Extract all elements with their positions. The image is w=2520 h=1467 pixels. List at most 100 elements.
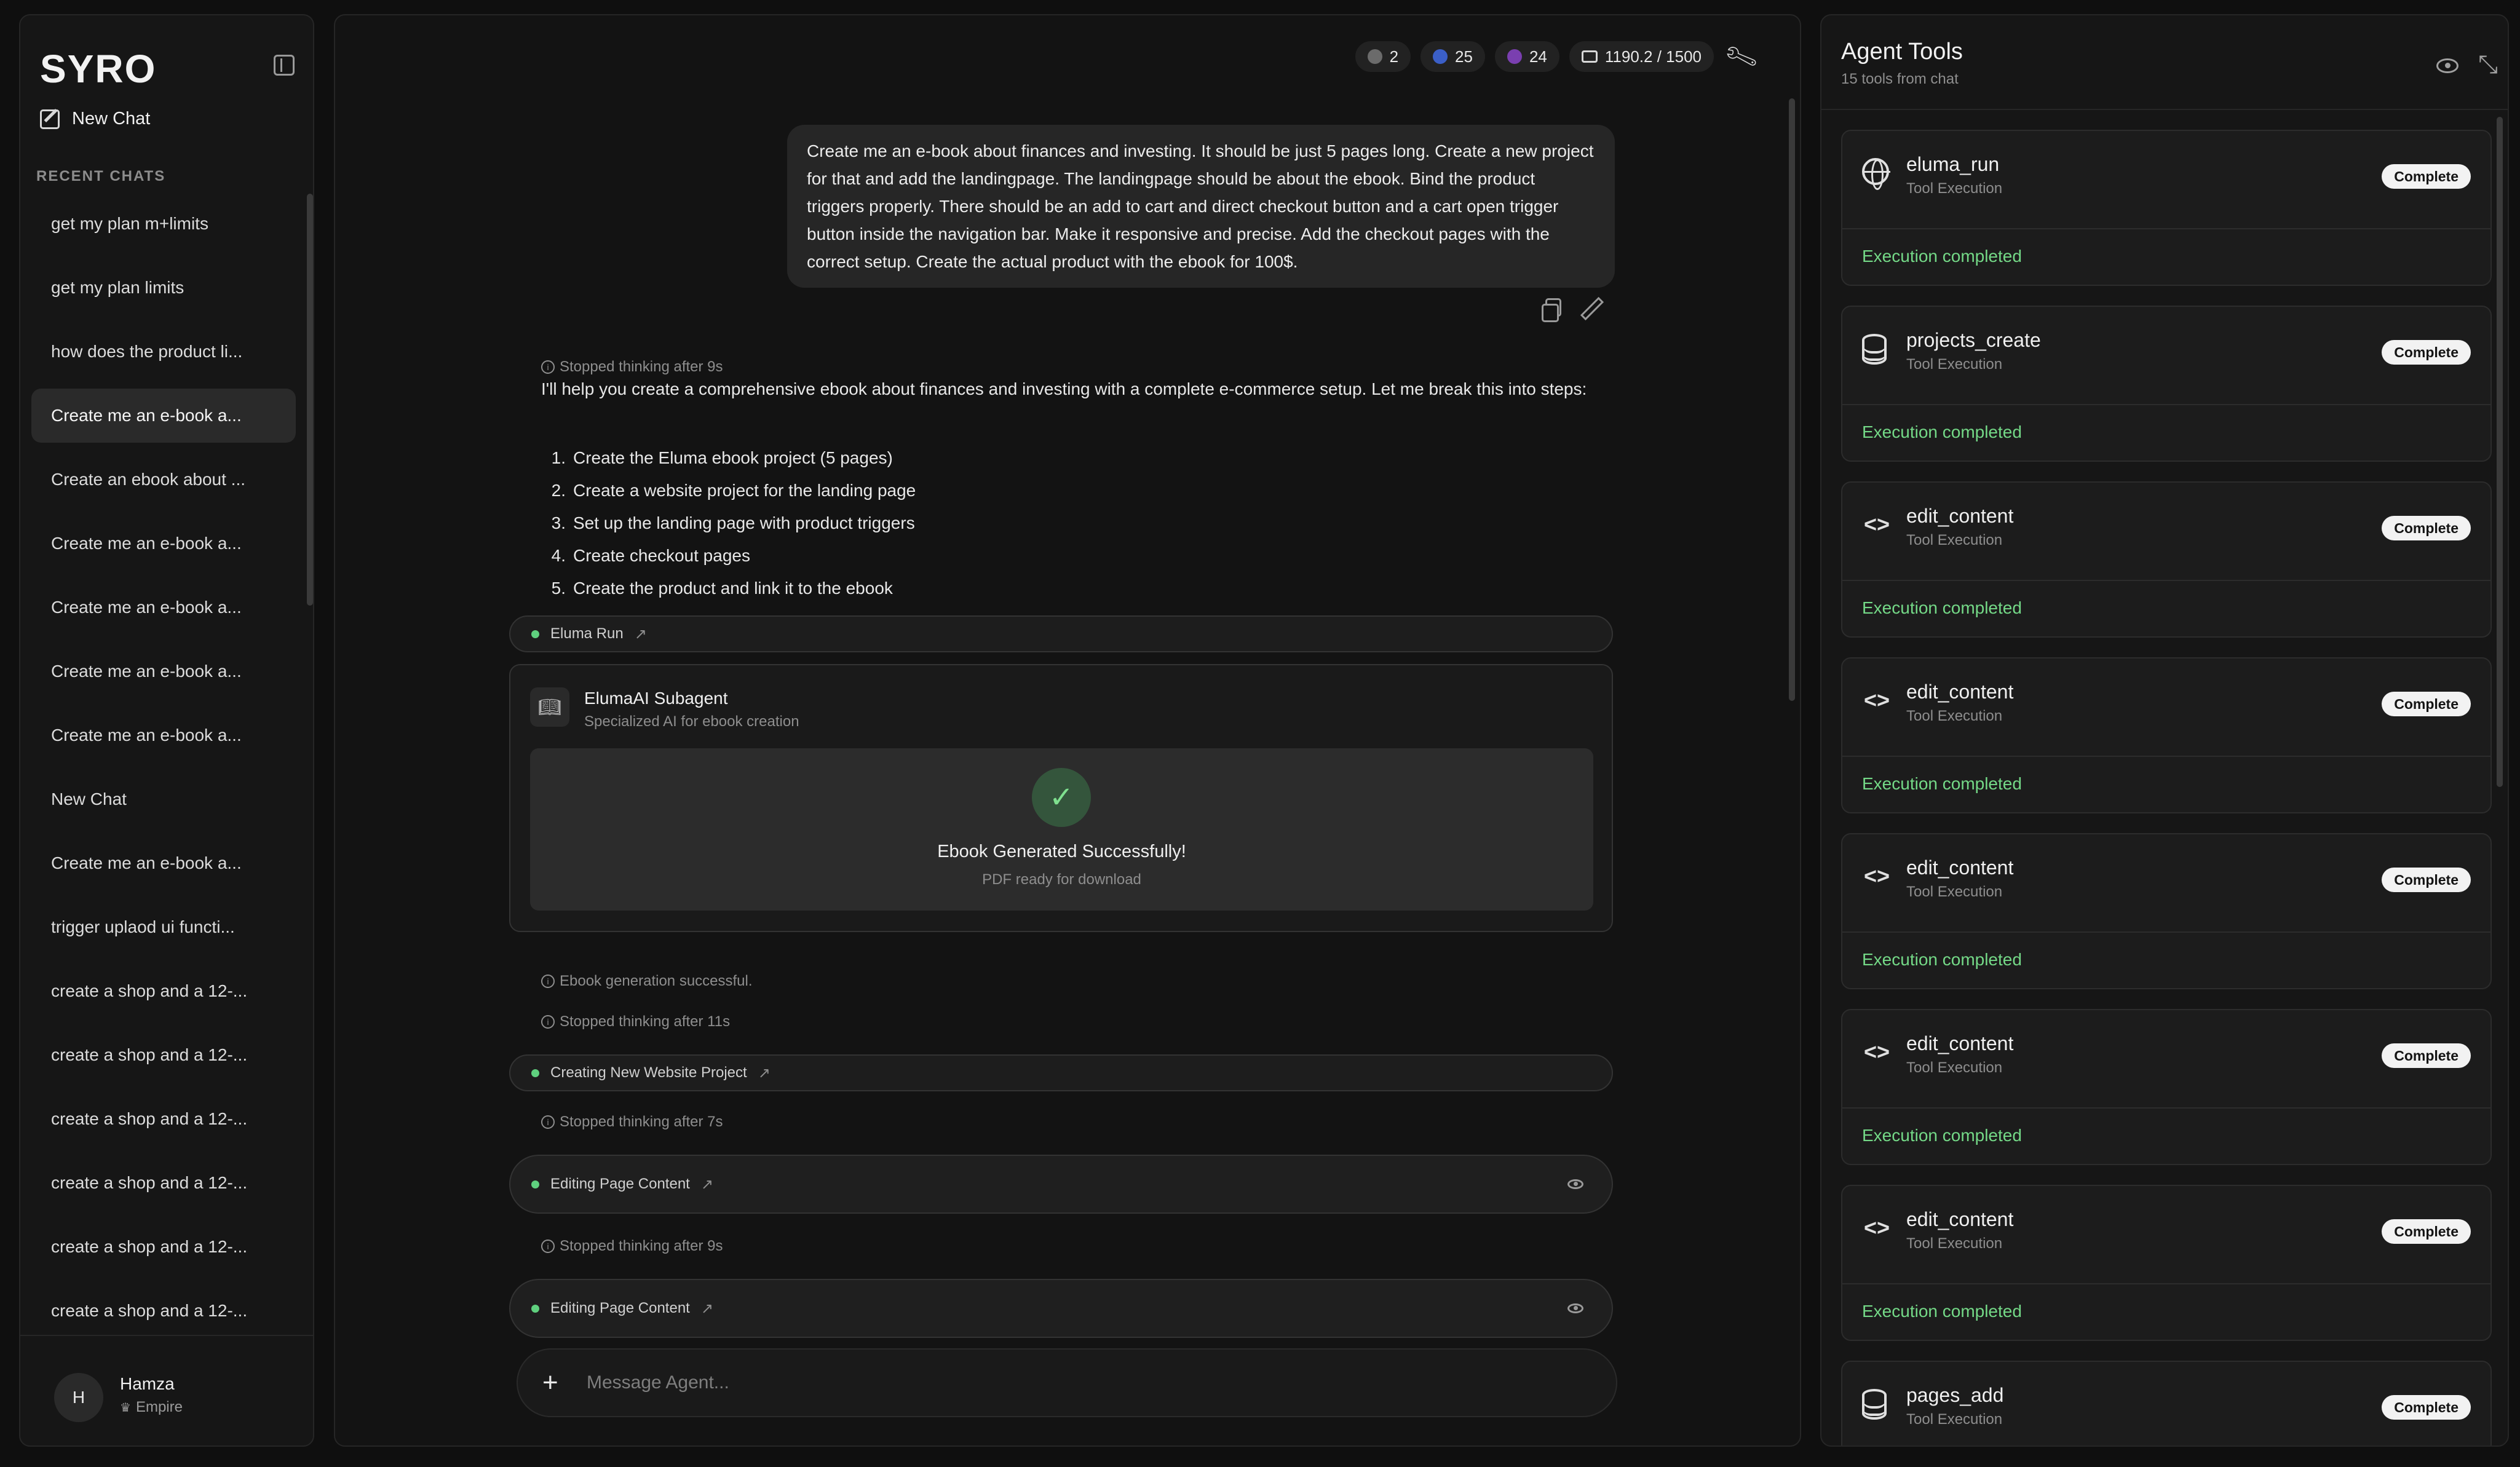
avatar[interactable]: H	[54, 1373, 103, 1422]
thinking-status: i Stopped thinking after 11s	[541, 1013, 730, 1030]
tool-card[interactable]: <> edit_content Tool Execution Complete Exec…	[1841, 481, 2492, 638]
status-badge: Complete	[2382, 1043, 2471, 1068]
tool-card[interactable]: <> edit_content Tool Execution Complete Exec…	[1841, 1185, 2492, 1341]
divider	[1842, 404, 2490, 405]
chat-list-item[interactable]: New Chat	[31, 772, 296, 826]
code-icon: <>	[1863, 1039, 1890, 1064]
tool-type: Tool Execution	[1906, 884, 2003, 900]
chat-list-item[interactable]: create a shop and a 12-...	[31, 964, 296, 1018]
status-dot	[531, 1180, 539, 1188]
tool-type: Tool Execution	[1906, 180, 2003, 197]
external-link-icon[interactable]: ↗	[635, 625, 647, 643]
divider	[1821, 109, 2508, 110]
info-icon: i	[541, 1115, 555, 1129]
chat-list-item[interactable]: create a shop and a 12-...	[31, 1220, 296, 1274]
thinking-text: Stopped thinking after 9s	[560, 1238, 723, 1254]
chat-list-item[interactable]: get my plan limits	[31, 261, 296, 315]
chat-list-item[interactable]: Create an ebook about ...	[31, 453, 296, 507]
chat-list-item[interactable]: create a shop and a 12-...	[31, 1284, 296, 1338]
chat-list-item[interactable]: get my plan m+limits	[31, 197, 296, 251]
tool-pill-eluma-run[interactable]: Eluma Run ↗	[509, 615, 1613, 652]
chat-list-item[interactable]: Create me an e-book a...	[31, 389, 296, 443]
status-badge: Complete	[2382, 692, 2471, 716]
minimize-icon[interactable]: ⤡	[2478, 51, 2498, 79]
database-icon	[1862, 1389, 1887, 1420]
tool-card[interactable]: projects_create Tool Execution Complete Exe…	[1841, 306, 2492, 462]
tool-card[interactable]: eluma_run Tool Execution Complete Execution…	[1841, 130, 2492, 286]
chat-list-item[interactable]: Create me an e-book a...	[31, 708, 296, 762]
new-chat-button[interactable]: New Chat	[40, 109, 150, 129]
plan-step: 5. Create the product and link it to the …	[541, 572, 916, 604]
chat-list-item[interactable]: create a shop and a 12-...	[31, 1028, 296, 1082]
stat-3-value: 24	[1529, 47, 1547, 66]
status-note: i Ebook generation successful.	[541, 973, 753, 990]
chat-scrollbar[interactable]	[1789, 98, 1795, 701]
app-logo: SYRO	[40, 47, 157, 91]
chat-list-item[interactable]: Create me an e-book a...	[31, 516, 296, 571]
status-badge: Complete	[2382, 340, 2471, 365]
chat-list-item[interactable]: create a shop and a 12-...	[31, 1156, 296, 1210]
status-dot	[531, 1069, 539, 1077]
tool-type: Tool Execution	[1906, 1235, 2003, 1252]
message-composer: +	[517, 1348, 1617, 1417]
stat-3-icon	[1507, 49, 1522, 64]
tool-name: edit_content	[1906, 856, 2014, 879]
plan-step: 4. Create checkout pages	[541, 539, 916, 572]
external-link-icon[interactable]: ↗	[758, 1064, 771, 1082]
add-attachment-button[interactable]: +	[542, 1367, 567, 1398]
chat-list-item[interactable]: Create me an e-book a...	[31, 580, 296, 635]
stat-2-value: 25	[1455, 47, 1473, 66]
credits-stat[interactable]: 1190.2 / 1500	[1569, 41, 1714, 72]
panel-scrollbar[interactable]	[2497, 117, 2503, 787]
new-chat-icon	[40, 109, 60, 129]
new-chat-label: New Chat	[72, 109, 151, 129]
divider	[1842, 1283, 2490, 1284]
tool-result: Execution completed	[1862, 950, 2022, 969]
chat-list-item[interactable]: Create me an e-book a...	[31, 644, 296, 698]
code-icon: <>	[1863, 1215, 1890, 1240]
step-number: 2.	[551, 481, 566, 500]
tool-type: Tool Execution	[1906, 1059, 2003, 1076]
chat-list-item[interactable]: trigger uplaod ui functi...	[31, 900, 296, 954]
thinking-text: Stopped thinking after 11s	[560, 1013, 731, 1030]
tool-pill-edit-content[interactable]: Editing Page Content ↗	[509, 1279, 1613, 1338]
eye-icon[interactable]	[2436, 58, 2459, 73]
subagent-description: Specialized AI for ebook creation	[584, 713, 799, 730]
external-link-icon[interactable]: ↗	[701, 1176, 713, 1193]
tool-card[interactable]: <> edit_content Tool Execution Complete Exec…	[1841, 1009, 2492, 1165]
user-plan: ♛ Empire	[120, 1399, 183, 1416]
stat-3[interactable]: 24	[1494, 41, 1559, 72]
chat-list-item[interactable]: how does the product li...	[31, 325, 296, 379]
step-text: Create the product and link it to the eb…	[573, 579, 893, 598]
eye-icon[interactable]	[1567, 1179, 1583, 1189]
tool-type: Tool Execution	[1906, 708, 2003, 724]
info-icon: i	[541, 360, 555, 374]
status-badge: Complete	[2382, 868, 2471, 892]
recent-chat-list: get my plan m+limits get my plan limits ho…	[31, 197, 296, 1348]
chat-list-item[interactable]: Create me an e-book a...	[31, 836, 296, 890]
stat-2[interactable]: 25	[1420, 41, 1485, 72]
tool-pill-website[interactable]: Creating New Website Project ↗	[509, 1054, 1613, 1091]
edit-icon[interactable]	[1581, 298, 1599, 317]
divider	[1842, 1107, 2490, 1109]
tool-card[interactable]: pages_addTool ExecutionCompleteExecution…	[1841, 1361, 2492, 1445]
user-profile[interactable]: H Hamza ♛ Empire	[20, 1335, 313, 1445]
tool-name: edit_content	[1906, 505, 2014, 527]
info-icon: i	[541, 1240, 555, 1253]
collapse-sidebar-icon[interactable]	[274, 55, 295, 76]
tool-pill-edit-content[interactable]: Editing Page Content ↗	[509, 1155, 1613, 1214]
tool-result: Execution completed	[1862, 247, 2022, 266]
wrench-icon[interactable]: 🔧︎	[1722, 38, 1761, 76]
chat-list-item[interactable]: create a shop and a 12-...	[31, 1092, 296, 1146]
tool-card[interactable]: <> edit_content Tool Execution Complete Exec…	[1841, 657, 2492, 813]
tool-pill-label: Eluma Run	[550, 625, 624, 642]
copy-icon[interactable]	[1542, 298, 1561, 322]
eye-icon[interactable]	[1567, 1303, 1583, 1313]
subagent-result-panel: ✓ Ebook Generated Successfully! PDF read…	[530, 748, 1593, 911]
step-text: Create the Eluma ebook project (5 pages)	[573, 448, 893, 467]
external-link-icon[interactable]: ↗	[701, 1300, 713, 1318]
tool-card[interactable]: <> edit_content Tool Execution Complete Exec…	[1841, 833, 2492, 989]
stat-1[interactable]: 2	[1355, 41, 1411, 72]
message-input[interactable]	[587, 1372, 1509, 1393]
sidebar-scrollbar[interactable]	[307, 194, 313, 606]
